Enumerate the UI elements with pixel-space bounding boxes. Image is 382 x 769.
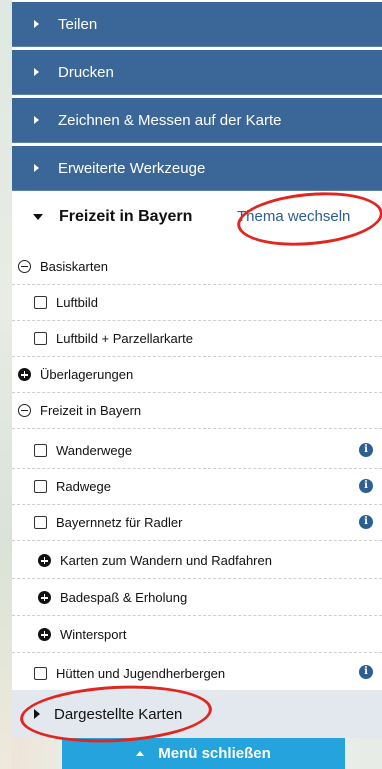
displayed-maps-section[interactable]: Dargestellte Karten <box>12 690 382 738</box>
chevron-up-icon <box>136 751 145 756</box>
expand-icon[interactable] <box>38 554 51 567</box>
layer-item-luftbild[interactable]: Luftbild <box>12 285 382 321</box>
layer-item-radwege[interactable]: Radwege i <box>12 469 382 505</box>
chevron-right-icon <box>34 116 39 124</box>
layer-item-luftbild-parzellarkarte[interactable]: Luftbild + Parzellarkarte <box>12 321 382 357</box>
layer-label: Hütten und Jugendherbergen <box>56 665 226 681</box>
map-background[interactable] <box>0 0 12 769</box>
menu-item-erweiterte-werkzeuge[interactable]: Erweiterte Werkzeuge <box>12 146 382 191</box>
layer-group-badespass-erholung[interactable]: Badespaß & Erholung <box>12 580 382 616</box>
expand-icon[interactable] <box>38 591 51 604</box>
close-menu-label: Menü schließen <box>158 745 271 762</box>
close-menu-button[interactable]: Menü schließen <box>62 738 345 769</box>
layer-group-ueberlagerungen[interactable]: Überlagerungen <box>12 357 382 393</box>
layer-group-label: Karten zum Wandern und Radfahren <box>60 553 272 568</box>
page: Teilen Drucken Zeichnen & Messen auf der… <box>0 0 382 769</box>
theme-header[interactable]: Freizeit in Bayern Thema wechseln <box>12 192 382 242</box>
displayed-maps-label: Dargestellte Karten <box>54 705 183 723</box>
chevron-right-icon <box>34 709 40 719</box>
change-theme-link[interactable]: Thema wechseln <box>237 208 350 225</box>
layer-group-label: Überlagerungen <box>40 367 134 382</box>
info-icon[interactable]: i <box>359 665 373 679</box>
layer-group-karten-wandern-radfahren[interactable]: Karten zum Wandern und Radfahren <box>12 543 382 579</box>
layer-group-basiskarten[interactable]: Basiskarten <box>12 249 382 285</box>
info-icon[interactable]: i <box>359 515 373 529</box>
menu-item-zeichnen-messen[interactable]: Zeichnen & Messen auf der Karte <box>12 98 382 143</box>
layer-label: Luftbild <box>56 295 98 310</box>
layer-checkbox[interactable] <box>34 666 47 680</box>
menu-item-drucken[interactable]: Drucken <box>12 50 382 95</box>
layer-item-wanderwege[interactable]: Wanderwege i <box>12 433 382 469</box>
theme-title: Freizeit in Bayern <box>59 208 193 225</box>
chevron-down-icon <box>33 214 43 220</box>
layer-checkbox[interactable] <box>34 480 47 493</box>
layer-group-label: Wintersport <box>60 627 127 642</box>
layer-label: Bayernnetz für Radler <box>56 515 183 530</box>
chevron-right-icon <box>34 164 39 172</box>
layer-label: Wanderwege <box>56 443 133 458</box>
info-icon[interactable]: i <box>359 479 373 493</box>
collapse-icon[interactable] <box>18 260 31 273</box>
layer-group-label: Freizeit in Bayern <box>40 403 142 418</box>
expand-icon[interactable] <box>18 368 31 381</box>
expand-icon[interactable] <box>38 628 51 641</box>
menu-item-teilen[interactable]: Teilen <box>12 2 382 47</box>
layer-group-freizeit-in-bayern[interactable]: Freizeit in Bayern <box>12 393 382 429</box>
layer-checkbox[interactable] <box>34 332 47 345</box>
menu-item-label: Erweiterte Werkzeuge <box>58 159 206 177</box>
info-icon[interactable]: i <box>359 443 373 457</box>
chevron-right-icon <box>34 68 39 76</box>
layer-label: Luftbild + Parzellarkarte <box>56 331 193 346</box>
layer-label: Radwege <box>56 479 111 494</box>
layer-checkbox[interactable] <box>34 444 47 457</box>
layer-checkbox[interactable] <box>34 516 47 529</box>
menu-item-label: Teilen <box>58 15 98 33</box>
layer-group-label: Basiskarten <box>40 259 108 274</box>
collapse-icon[interactable] <box>18 404 31 417</box>
layer-item-bayernnetz-fuer-radler[interactable]: Bayernnetz für Radler i <box>12 505 382 541</box>
layer-checkbox[interactable] <box>34 296 47 309</box>
layer-group-wintersport[interactable]: Wintersport <box>12 617 382 653</box>
layer-item-huetten-jugendherbergen[interactable]: Hütten und Jugendherbergen i <box>12 655 382 691</box>
menu-item-label: Drucken <box>58 63 114 81</box>
menu-item-label: Zeichnen & Messen auf der Karte <box>58 111 282 129</box>
layer-group-label: Badespaß & Erholung <box>60 590 188 605</box>
chevron-right-icon <box>34 20 39 28</box>
menu-panel: Teilen Drucken Zeichnen & Messen auf der… <box>12 0 382 769</box>
